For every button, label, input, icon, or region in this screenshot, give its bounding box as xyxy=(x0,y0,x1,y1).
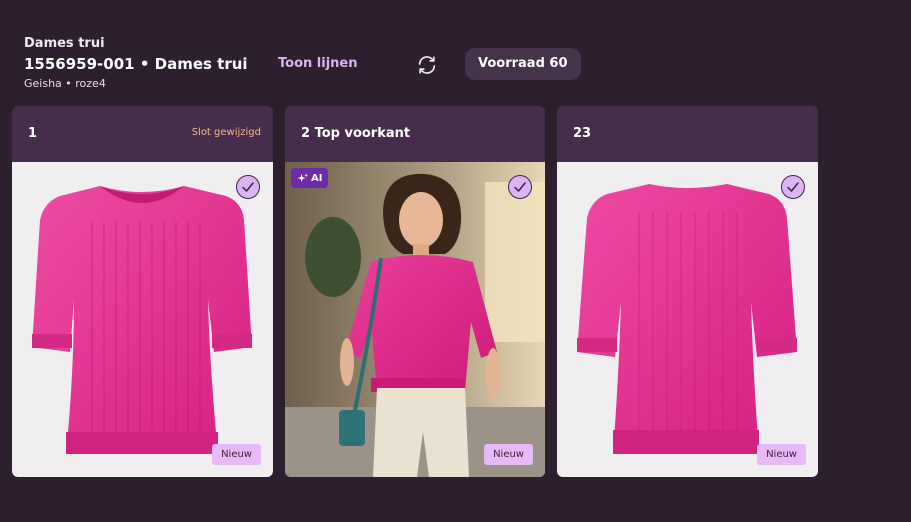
refresh-icon[interactable] xyxy=(416,54,438,76)
ai-label: AI xyxy=(311,172,323,184)
sparkle-icon xyxy=(297,172,308,182)
new-badge: Nieuw xyxy=(212,444,261,465)
sweater-back-image[interactable]: Nieuw xyxy=(557,162,818,477)
new-badge: Nieuw xyxy=(757,444,806,465)
product-line: 1556959-001 • Dames trui xyxy=(24,55,248,73)
category-title: Dames trui xyxy=(24,36,105,51)
ai-badge: AI xyxy=(291,168,329,188)
slot-title: 1 xyxy=(28,126,38,141)
slot-changed-label: Slot gewijzigd xyxy=(191,127,261,138)
slot-card-3[interactable]: 23 Nieuw xyxy=(557,106,818,477)
selected-check-icon[interactable] xyxy=(236,175,260,199)
slot-title: 23 xyxy=(573,126,592,141)
sweater-front-image[interactable]: Nieuw xyxy=(12,162,273,477)
slot-card-header: 1 Slot gewijzigd xyxy=(12,106,273,162)
selected-check-icon[interactable] xyxy=(508,175,532,199)
slot-card-header: 23 xyxy=(557,106,818,162)
product-title-block: Dames trui 1556959-001 • Dames trui Geis… xyxy=(24,36,264,91)
header: Dames trui 1556959-001 • Dames trui Geis… xyxy=(24,36,884,96)
selected-check-icon[interactable] xyxy=(781,175,805,199)
product-subtitle: Geisha • roze4 xyxy=(24,77,106,90)
new-badge: Nieuw xyxy=(484,444,533,465)
model-photo-image[interactable]: AI Nieuw xyxy=(285,162,545,477)
voorraad-badge[interactable]: Voorraad 60 xyxy=(465,48,581,80)
slot-card-1[interactable]: 1 Slot gewijzigd Nieuw xyxy=(12,106,273,477)
toon-lijnen-button[interactable]: Toon lijnen xyxy=(278,56,357,71)
slot-card-header: 2 Top voorkant xyxy=(285,106,545,162)
slot-title: 2 Top voorkant xyxy=(301,126,411,141)
slot-card-2[interactable]: 2 Top voorkant AI Nieuw xyxy=(285,106,545,477)
